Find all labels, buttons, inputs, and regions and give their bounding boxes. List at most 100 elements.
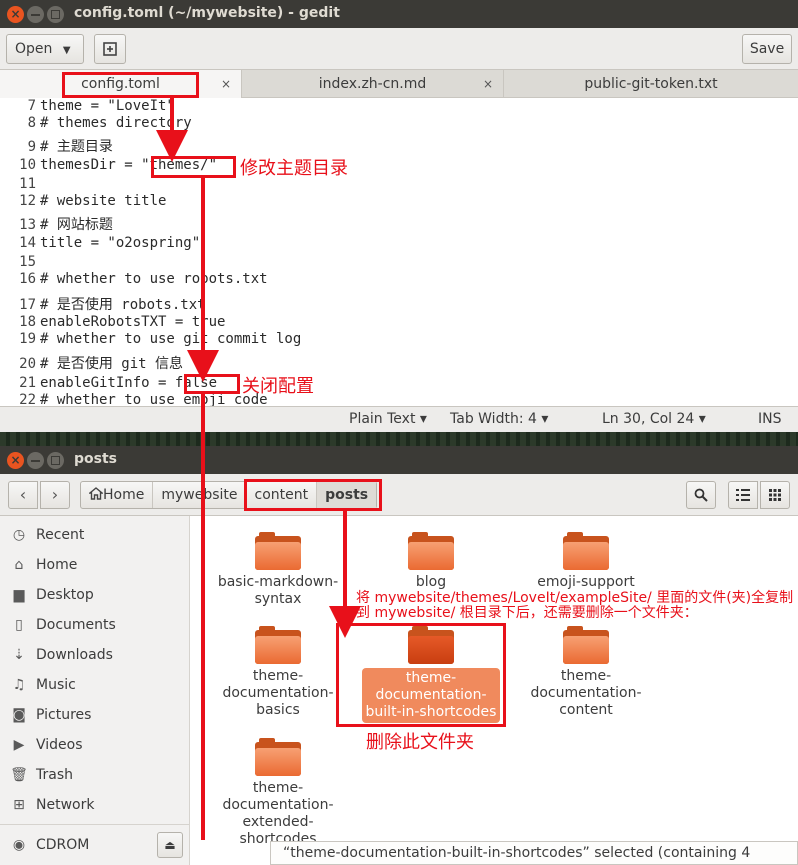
- cdrom-icon: ◉: [12, 837, 26, 853]
- sidebar-item-music[interactable]: ♫ Music: [0, 670, 189, 700]
- minimize-window-icon[interactable]: [27, 452, 44, 469]
- sidebar-item-pictures[interactable]: ◙ Pictures: [0, 700, 189, 730]
- insert-mode: INS: [758, 411, 782, 427]
- minimize-window-icon[interactable]: [27, 6, 44, 23]
- folder-item[interactable]: theme- documentation- content: [516, 626, 656, 719]
- list-view-button[interactable]: [728, 481, 758, 509]
- forward-icon: ›: [51, 485, 59, 504]
- home-icon: [88, 487, 104, 500]
- recent-icon: ◷: [12, 527, 26, 543]
- forward-button[interactable]: ›: [40, 481, 70, 509]
- folder-icon: [255, 738, 301, 776]
- save-button[interactable]: Save: [742, 34, 792, 64]
- folder-item[interactable]: theme- documentation- extended- shortcod…: [208, 738, 348, 848]
- search-button[interactable]: [686, 481, 716, 509]
- code-line: 20 # 是否使用 git 信息: [19, 356, 184, 372]
- desktop-background: [0, 432, 798, 446]
- places-sidebar: ◷ Recent ⌂ Home ▆ Desktop ▯ Documents ⇣ Downl…: [0, 516, 190, 865]
- music-icon: ♫: [12, 677, 26, 693]
- code-line: 14 title = "o2ospring": [19, 235, 201, 251]
- folder-icon: [255, 626, 301, 664]
- code-line: 9 # 主题目录: [27, 139, 113, 155]
- search-icon: [694, 488, 708, 502]
- annotation-delete-note: 删除此文件夹: [366, 732, 474, 753]
- breadcrumb-label: Home: [103, 487, 145, 503]
- pictures-icon: ◙: [12, 707, 26, 723]
- new-document-icon: [103, 42, 117, 56]
- back-button[interactable]: ‹: [8, 481, 38, 509]
- highlight-selected-folder: [336, 623, 506, 727]
- close-tab-icon[interactable]: ×: [221, 70, 231, 98]
- folder-item[interactable]: basic-markdown- syntax: [208, 532, 348, 608]
- sidebar-item-videos[interactable]: ▶ Videos: [0, 730, 189, 760]
- sidebar-divider: [0, 824, 189, 825]
- sidebar-item-home[interactable]: ⌂ Home: [0, 550, 189, 580]
- folder-name: emoji-support: [537, 574, 635, 590]
- folder-name: theme- documentation- content: [530, 668, 642, 718]
- text-editor[interactable]: 7 theme = "LoveIt" 8 # themes directory 9 #…: [0, 98, 798, 406]
- annotation-copy-note-2: 到 mywebsite/ 根目录下后，还需要删除一个文件夹：: [356, 605, 698, 621]
- highlight-themes-dir: [151, 156, 236, 178]
- network-icon: ⊞: [13, 797, 25, 813]
- close-tab-icon[interactable]: ×: [483, 70, 493, 98]
- cursor-position[interactable]: Ln 30, Col 24 ▾: [602, 411, 706, 427]
- files-toolbar: ‹ › Home mywebsite content posts: [0, 474, 798, 516]
- open-button[interactable]: Open ▼: [6, 34, 84, 64]
- sidebar-item-trash[interactable]: 🗑 Trash: [0, 760, 189, 790]
- new-document-button[interactable]: [94, 34, 126, 64]
- files-titlebar: × posts: [0, 446, 798, 474]
- downloads-icon: ⇣: [13, 647, 25, 663]
- gedit-toolbar: Open ▼ Save: [0, 28, 798, 70]
- highlight-breadcrumb: [244, 479, 382, 511]
- close-window-icon[interactable]: ×: [7, 6, 24, 23]
- folder-icon: [408, 532, 454, 570]
- tab-label: public-git-token.txt: [584, 76, 718, 92]
- folder-item[interactable]: theme- documentation- basics: [208, 626, 348, 719]
- tab-width-selector[interactable]: Tab Width: 4 ▾: [450, 411, 548, 427]
- folder-name: theme- documentation- basics: [222, 668, 334, 718]
- maximize-window-icon[interactable]: [47, 6, 64, 23]
- maximize-window-icon[interactable]: [47, 452, 64, 469]
- breadcrumb-mywebsite[interactable]: mywebsite: [153, 482, 247, 508]
- sidebar-item-documents[interactable]: ▯ Documents: [0, 610, 189, 640]
- eject-icon: ⏏: [164, 838, 176, 852]
- tab-label: index.zh-cn.md: [318, 76, 427, 92]
- documents-icon: ▯: [15, 617, 23, 633]
- breadcrumb-home[interactable]: Home: [81, 482, 154, 508]
- grid-view-button[interactable]: [760, 481, 790, 509]
- window-title: config.toml (~/mywebsite) - gedit: [74, 5, 340, 21]
- tab-index-zh-cn[interactable]: index.zh-cn.md ×: [242, 70, 504, 98]
- sidebar-item-network[interactable]: ⊞ Network: [0, 790, 189, 820]
- trash-icon: 🗑: [10, 767, 28, 783]
- close-window-icon[interactable]: ×: [7, 452, 24, 469]
- code-line: 16 # whether to use robots.txt: [19, 271, 268, 287]
- gedit-statusbar: Plain Text ▾ Tab Width: 4 ▾ Ln 30, Col 2…: [0, 406, 798, 432]
- gedit-window: × config.toml (~/mywebsite) - gedit Open…: [0, 0, 798, 432]
- folder-icon: [255, 532, 301, 570]
- folder-item[interactable]: emoji-support: [516, 532, 656, 591]
- chevron-down-icon: ▼: [62, 45, 71, 56]
- language-selector[interactable]: Plain Text ▾: [349, 411, 427, 427]
- folder-name: theme- documentation- extended- shortcod…: [222, 780, 334, 847]
- folder-name: basic-markdown- syntax: [217, 574, 339, 607]
- open-button-label: Open: [15, 41, 53, 57]
- highlight-config-tab: [62, 72, 199, 98]
- list-view-icon: [736, 489, 750, 501]
- code-line: 13 # 网站标题: [19, 217, 113, 233]
- folder-name: blog: [415, 574, 447, 590]
- sidebar-item-recent[interactable]: ◷ Recent: [0, 520, 189, 550]
- desktop-icon: ▆: [13, 587, 25, 603]
- sidebar-item-desktop[interactable]: ▆ Desktop: [0, 580, 189, 610]
- sidebar-item-downloads[interactable]: ⇣ Downloads: [0, 640, 189, 670]
- tab-public-git-token[interactable]: public-git-token.txt: [504, 70, 798, 98]
- sidebar-item-cdrom[interactable]: ◉ CDROM ⏏: [0, 830, 189, 860]
- highlight-git-info: [184, 374, 240, 394]
- annotation-gitinfo-note: 关闭配置: [242, 376, 314, 397]
- code-line: 17 # 是否使用 robots.txt: [19, 297, 206, 313]
- selection-status: “theme-documentation-built-in-shortcodes…: [270, 841, 798, 865]
- folder-item[interactable]: blog: [361, 532, 501, 591]
- annotation-copy-note-1: 将 mywebsite/themes/LoveIt/exampleSite/ 里…: [356, 590, 794, 606]
- eject-button[interactable]: ⏏: [157, 832, 183, 858]
- code-line: 19 # whether to use git commit log: [19, 331, 302, 347]
- home-icon: ⌂: [14, 557, 24, 573]
